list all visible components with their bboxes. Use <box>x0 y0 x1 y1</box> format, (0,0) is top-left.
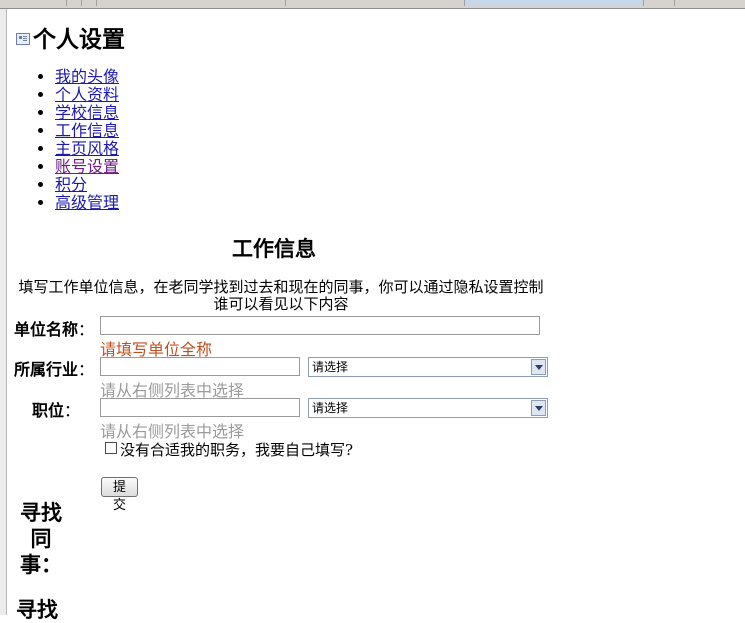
chevron-down-icon[interactable] <box>531 359 546 375</box>
section-title: 工作信息 <box>232 236 316 261</box>
nav-item-work: 工作信息 <box>55 122 119 140</box>
position-select-value: 请选择 <box>312 401 349 415</box>
page-title: 个人设置 <box>16 20 125 54</box>
industry-select-value: 请选择 <box>312 360 349 374</box>
toolbar-segment <box>0 0 67 6</box>
toolbar-segment-active <box>465 0 644 6</box>
toolbar-segment <box>286 0 465 6</box>
nav-item-school: 学校信息 <box>55 104 119 122</box>
position-label-colon: ： <box>64 401 81 420</box>
toolbar-segment <box>97 0 286 6</box>
find-more-heading: 寻找 <box>16 597 58 622</box>
settings-nav: 我的头像 个人资料 学校信息 工作信息 主页风格 账号设置 积分 高级管理 <box>14 68 119 212</box>
nav-link-advanced[interactable]: 高级管理 <box>55 193 119 212</box>
custom-position-checkbox[interactable] <box>105 442 117 454</box>
nav-link-school[interactable]: 学校信息 <box>55 103 119 122</box>
browser-top-bar <box>0 0 745 9</box>
toolbar-segment <box>82 0 97 6</box>
left-frame-border <box>0 9 7 615</box>
custom-position-checkbox-label: 没有合适我的职务，我要自己填写? <box>120 441 354 459</box>
nav-item-profile: 个人资料 <box>55 86 119 104</box>
nav-item-points: 积分 <box>55 176 119 194</box>
position-input[interactable] <box>100 398 300 417</box>
industry-label-text: 所属行业 <box>14 360 79 379</box>
position-select[interactable]: 请选择 <box>308 398 548 418</box>
chevron-down-icon[interactable] <box>531 400 546 416</box>
nav-item-advanced: 高级管理 <box>55 194 119 212</box>
company-label-text: 单位名称 <box>14 320 79 339</box>
nav-item-avatar: 我的头像 <box>55 68 119 86</box>
nav-link-account[interactable]: 账号设置 <box>55 157 119 176</box>
nav-link-work[interactable]: 工作信息 <box>55 121 119 140</box>
position-label-text: 职位 <box>32 401 65 420</box>
section-description: 填写工作单位信息，在老同学找到过去和现在的同事，你可以通过隐私设置控制谁可以看见… <box>18 278 544 313</box>
company-label-colon: ： <box>78 320 95 339</box>
nav-link-points[interactable]: 积分 <box>55 175 87 194</box>
id-card-icon <box>16 32 30 45</box>
industry-label: 所属行业： <box>14 356 94 380</box>
nav-link-profile[interactable]: 个人资料 <box>55 85 119 104</box>
find-colleagues-heading: 寻找同事： <box>20 500 62 577</box>
company-name-input[interactable] <box>100 316 540 335</box>
nav-link-avatar[interactable]: 我的头像 <box>55 67 119 86</box>
nav-item-style: 主页风格 <box>55 140 119 158</box>
submit-button[interactable]: 提交 <box>101 477 138 513</box>
industry-input[interactable] <box>100 357 300 376</box>
toolbar-segment <box>67 0 82 6</box>
nav-link-style[interactable]: 主页风格 <box>55 139 119 158</box>
industry-label-colon: ： <box>78 360 95 379</box>
industry-select[interactable]: 请选择 <box>308 357 548 377</box>
toolbar-segment <box>644 0 675 6</box>
position-label: 职位： <box>32 397 80 421</box>
nav-item-account: 账号设置 <box>55 158 119 176</box>
page-title-text: 个人设置 <box>33 26 125 53</box>
company-label: 单位名称： <box>14 316 94 340</box>
